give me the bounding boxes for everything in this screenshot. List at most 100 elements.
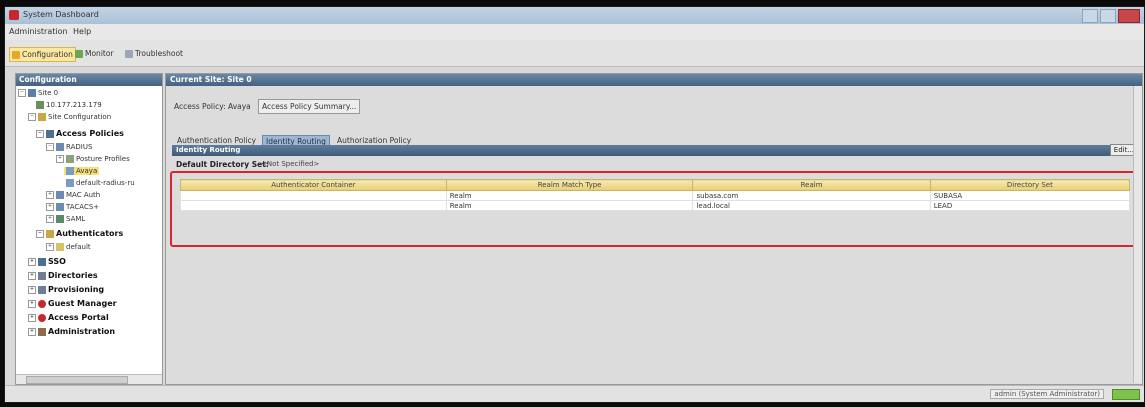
collapse-icon[interactable]: − (18, 89, 26, 97)
tree-item-access-portal[interactable]: + Access Portal (28, 313, 109, 322)
table-row[interactable]: Realm subasa.com SUBASA (180, 190, 1131, 201)
horizontal-scrollbar[interactable] (16, 374, 162, 384)
site-icon (28, 89, 36, 97)
title-bar: System Dashboard (5, 7, 1144, 24)
expand-icon[interactable]: + (46, 215, 54, 223)
window-controls (1082, 9, 1140, 23)
app-logo-icon (9, 10, 19, 20)
folder-icon (38, 113, 46, 121)
cell-authenticator-container (180, 190, 447, 201)
close-icon[interactable] (1118, 9, 1140, 23)
troubleshoot-button[interactable]: Troubleshoot (123, 47, 185, 60)
access-policy-summary-button[interactable]: Access Policy Summary... (258, 99, 361, 114)
collapse-icon[interactable]: − (46, 143, 54, 151)
tree-item-ip[interactable]: 10.177.213.179 (36, 101, 102, 109)
app-window: System Dashboard Administration Help Con… (4, 6, 1145, 403)
tree-item-site[interactable]: − Site 0 (18, 89, 58, 97)
column-header-directory-set[interactable]: Directory Set (929, 179, 1131, 191)
policy-item-icon (66, 167, 74, 175)
table-row[interactable]: Realm lead.local LEAD (180, 200, 1131, 211)
cell-realm: lead.local (692, 200, 931, 211)
tree-item-guest-manager[interactable]: + Guest Manager (28, 299, 117, 308)
toolbar: Configuration Monitor Troubleshoot (5, 40, 1144, 67)
tree-item-default[interactable]: + default (46, 243, 91, 251)
tree-item-avaya[interactable]: Avaya (64, 167, 100, 175)
tree-item-site-configuration[interactable]: − Site Configuration (28, 113, 111, 121)
monitor-icon (75, 49, 83, 58)
identity-routing-header: Identity Routing (172, 145, 1140, 156)
folder-icon (56, 243, 64, 251)
posture-icon (66, 155, 74, 163)
current-site-header: Current Site: Site 0 (166, 74, 1142, 86)
expand-icon[interactable]: + (28, 299, 36, 308)
sso-icon (38, 257, 46, 266)
tree-item-posture-profiles[interactable]: + Posture Profiles (56, 155, 130, 163)
tree-item-provisioning[interactable]: + Provisioning (28, 285, 104, 294)
column-header-realm[interactable]: Realm (692, 179, 931, 191)
server-icon (36, 101, 44, 109)
expand-icon[interactable]: + (28, 285, 36, 294)
configuration-button[interactable]: Configuration (9, 47, 76, 62)
window-title: System Dashboard (23, 10, 99, 19)
menu-bar: Administration Help (5, 24, 1144, 41)
tree-item-directories[interactable]: + Directories (28, 271, 98, 280)
tree-item-sso[interactable]: + SSO (28, 257, 66, 266)
collapse-icon[interactable]: − (36, 229, 44, 238)
connection-status-indicator (1112, 389, 1140, 400)
tree-item-default-radius[interactable]: default-radius-ru (66, 179, 135, 187)
collapse-icon[interactable]: − (28, 113, 36, 121)
expand-icon[interactable]: + (28, 313, 36, 322)
tree-item-access-policies[interactable]: − Access Policies (36, 129, 124, 138)
configuration-panel-title: Configuration (16, 74, 162, 86)
expand-icon[interactable]: + (28, 327, 36, 336)
cell-directory-set: LEAD (929, 200, 1131, 211)
minimize-icon[interactable] (1082, 9, 1098, 23)
default-directory-set-value: <Not Specified> (261, 160, 320, 168)
cell-realm-match-type: Realm (445, 190, 694, 201)
monitor-button[interactable]: Monitor (73, 47, 116, 60)
logged-in-user: admin (System Administrator) (990, 389, 1104, 399)
tree-item-mac-auth[interactable]: + MAC Auth (46, 191, 100, 199)
cell-directory-set: SUBASA (929, 190, 1131, 201)
expand-icon[interactable]: + (46, 203, 54, 211)
tree-item-saml[interactable]: + SAML (46, 215, 85, 223)
breadcrumb-access-policy[interactable]: Access Policy: Avaya (174, 102, 251, 111)
directories-icon (38, 271, 46, 280)
tree-item-radius[interactable]: − RADIUS (46, 143, 92, 151)
menu-help[interactable]: Help (73, 27, 91, 36)
expand-icon[interactable]: + (46, 243, 54, 251)
identity-routing-table: Authenticator Container Realm Match Type… (180, 179, 1131, 211)
table-header-row: Authenticator Container Realm Match Type… (180, 179, 1131, 191)
status-bar: admin (System Administrator) (5, 385, 1144, 402)
expand-icon[interactable]: + (46, 191, 54, 199)
content-panel: Current Site: Site 0 Access Policy: Avay… (165, 73, 1143, 385)
cell-authenticator-container (180, 200, 447, 211)
menu-administration[interactable]: Administration (9, 27, 68, 36)
saml-icon (56, 215, 64, 223)
tree-item-authenticators[interactable]: − Authenticators (36, 229, 123, 238)
policy-icon (46, 129, 54, 138)
configuration-icon (12, 50, 20, 59)
cell-realm: subasa.com (692, 190, 931, 201)
expand-icon[interactable]: + (28, 257, 36, 266)
scrollbar-thumb[interactable] (26, 376, 128, 384)
collapse-icon[interactable]: − (36, 129, 44, 138)
column-header-realm-match-type[interactable]: Realm Match Type (445, 179, 694, 191)
maximize-icon[interactable] (1100, 9, 1116, 23)
column-header-authenticator-container[interactable]: Authenticator Container (180, 179, 447, 191)
expand-icon[interactable]: + (56, 155, 64, 163)
tree-item-administration[interactable]: + Administration (28, 327, 115, 336)
default-directory-set-label: Default Directory Set: (176, 160, 269, 169)
troubleshoot-icon (125, 49, 133, 58)
authenticators-icon (46, 229, 54, 238)
tree-item-tacacs[interactable]: + TACACS+ (46, 203, 99, 211)
radius-icon (56, 143, 64, 151)
policy-item-icon (66, 179, 74, 187)
provisioning-icon (38, 285, 46, 294)
expand-icon[interactable]: + (28, 271, 36, 280)
cell-realm-match-type: Realm (445, 200, 694, 211)
administration-icon (38, 327, 46, 336)
vertical-scrollbar[interactable] (1133, 86, 1142, 383)
mac-auth-icon (56, 191, 64, 199)
configuration-tree-panel: Configuration − Site 0 10.177.213.179 − … (15, 73, 163, 385)
